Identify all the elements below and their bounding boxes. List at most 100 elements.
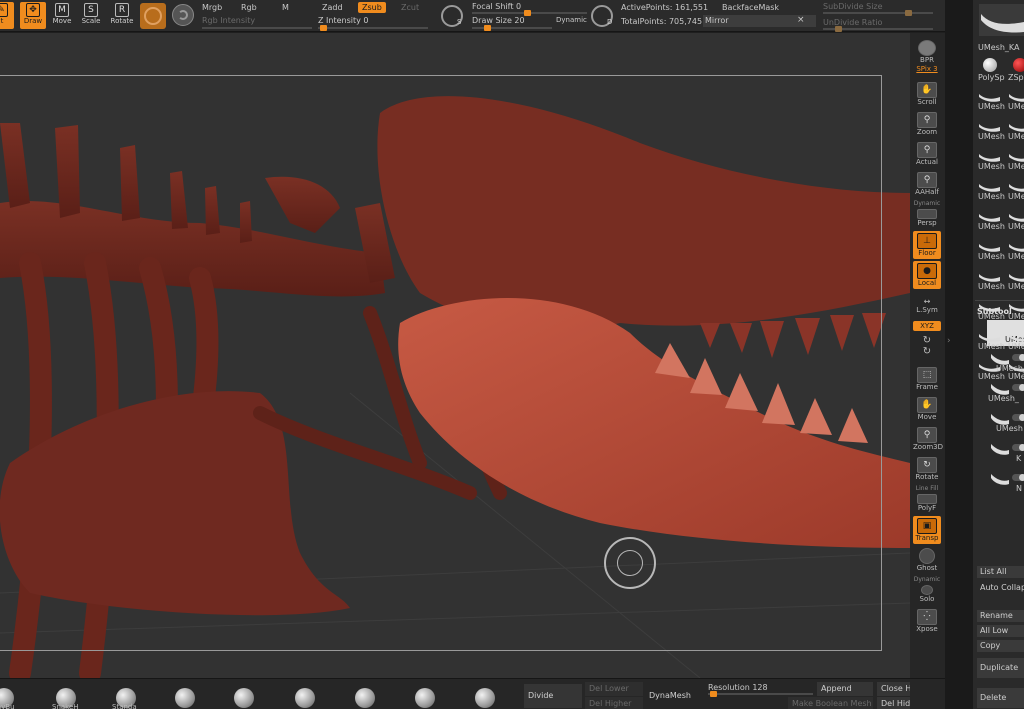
dynamesh-button[interactable]: DynaMesh bbox=[645, 684, 703, 708]
umesh-tool-label[interactable]: UMe bbox=[1008, 312, 1024, 321]
focal-shift-slider[interactable]: Focal Shift 0 bbox=[472, 2, 521, 11]
umesh-tool-label[interactable]: UMesh bbox=[978, 282, 1005, 291]
divide-button[interactable]: Divide bbox=[524, 684, 582, 708]
umesh-tool-label[interactable]: UMesh bbox=[978, 162, 1005, 171]
scale-button[interactable]: S Scale bbox=[78, 2, 104, 29]
undivide-ratio-slider[interactable]: UnDivide Ratio bbox=[823, 18, 882, 27]
texture-swatch[interactable] bbox=[172, 4, 194, 26]
umesh-tool-label[interactable]: UMe bbox=[1008, 162, 1024, 171]
brush-icon[interactable] bbox=[355, 688, 375, 708]
xpose-button[interactable]: ⁛ Xpose bbox=[913, 607, 941, 635]
z-intensity-track[interactable] bbox=[318, 25, 428, 31]
del-higher-button[interactable]: Del Higher bbox=[585, 697, 643, 709]
m-toggle[interactable]: M bbox=[282, 3, 289, 12]
umesh-tool-label[interactable]: UMesh bbox=[978, 132, 1005, 141]
z-intensity-slider[interactable]: Z Intensity 0 bbox=[318, 16, 368, 25]
mirror-button[interactable]: Mirror × bbox=[703, 15, 816, 27]
zcut-toggle[interactable]: Zcut bbox=[401, 3, 419, 12]
umesh-tool-label[interactable]: UMe bbox=[1008, 192, 1024, 201]
subtool-thumbnail-icon[interactable] bbox=[989, 470, 1011, 486]
subtool-visibility-toggle[interactable] bbox=[1012, 474, 1024, 481]
lsym-button[interactable]: ↔ L.Sym bbox=[913, 297, 941, 314]
umesh-tool-label[interactable]: UMe bbox=[1008, 282, 1024, 291]
polysphere-icon[interactable] bbox=[983, 58, 997, 72]
polysphere-label[interactable]: PolySp bbox=[978, 73, 1005, 82]
subdivide-size-track[interactable] bbox=[823, 10, 933, 16]
brush-icon[interactable] bbox=[295, 688, 315, 708]
move-view-button[interactable]: ✋ Move bbox=[913, 395, 941, 423]
persp-button[interactable]: Dynamic Persp bbox=[913, 200, 941, 228]
current-tool-thumbnail[interactable] bbox=[979, 4, 1024, 36]
zsub-toggle[interactable]: Zsub bbox=[358, 2, 386, 13]
make-boolean-mesh-button[interactable]: Make Boolean Mesh bbox=[788, 697, 873, 709]
brush-icon[interactable] bbox=[475, 688, 495, 708]
append-button[interactable]: Append bbox=[817, 682, 873, 696]
del-lower-button[interactable]: Del Lower bbox=[585, 682, 643, 696]
resolution-track[interactable] bbox=[708, 691, 813, 697]
move-button[interactable]: M Move bbox=[49, 2, 75, 29]
copy-button[interactable]: Copy bbox=[977, 640, 1024, 652]
solo-button[interactable]: Dynamic Solo bbox=[913, 576, 941, 604]
rename-button[interactable]: Rename bbox=[977, 610, 1024, 622]
undivide-ratio-knob[interactable] bbox=[835, 26, 842, 32]
subdivide-size-knob[interactable] bbox=[905, 10, 912, 16]
draw-size-knob[interactable] bbox=[484, 25, 491, 31]
subtool-visibility-toggle[interactable] bbox=[1012, 354, 1024, 361]
del-hidden-button[interactable]: Del Hidd bbox=[877, 697, 910, 709]
draw-size-slider[interactable]: Draw Size 20 bbox=[472, 16, 525, 25]
floor-button[interactable]: ⊥ Floor bbox=[913, 231, 941, 259]
scroll-button[interactable]: ✋ Scroll bbox=[913, 80, 941, 108]
rotate-view-button[interactable]: ↻ Rotate bbox=[913, 455, 941, 483]
auto-collapse-button[interactable]: Auto Collap bbox=[977, 582, 1024, 594]
umesh-tool-label[interactable]: UMe bbox=[1008, 132, 1024, 141]
mirror-close-icon[interactable]: × bbox=[797, 15, 805, 25]
subtool-visibility-toggle[interactable] bbox=[1012, 414, 1024, 421]
umesh-tool-label[interactable]: UMe bbox=[1008, 252, 1024, 261]
zadd-toggle[interactable]: Zadd bbox=[322, 3, 343, 12]
focal-shift-knob[interactable] bbox=[524, 10, 531, 16]
brush-icon[interactable] bbox=[234, 688, 254, 708]
subtool-thumbnail-icon[interactable] bbox=[989, 440, 1011, 456]
viewport-canvas[interactable] bbox=[0, 33, 910, 678]
delete-button[interactable]: Delete bbox=[977, 688, 1024, 708]
bpr-button[interactable]: BPR bbox=[913, 38, 941, 66]
duplicate-button[interactable]: Duplicate bbox=[977, 658, 1024, 678]
undivide-ratio-track[interactable] bbox=[823, 26, 933, 32]
material-swatch[interactable] bbox=[140, 3, 166, 29]
ghost-button[interactable]: Ghost bbox=[913, 546, 941, 574]
frame-button[interactable]: ⬚ Frame bbox=[913, 365, 941, 393]
zsphere-icon[interactable] bbox=[1013, 58, 1024, 72]
rgb-intensity-track[interactable] bbox=[202, 27, 312, 29]
dynamic-toggle[interactable]: Dynamic bbox=[556, 16, 587, 24]
subtool-visibility-toggle[interactable] bbox=[1012, 444, 1024, 451]
backface-mask-toggle[interactable]: BackfaceMask bbox=[722, 3, 779, 12]
rgb-toggle[interactable]: Rgb bbox=[241, 3, 257, 12]
focal-shift-track[interactable] bbox=[472, 10, 587, 16]
list-all-button[interactable]: List All bbox=[977, 566, 1024, 578]
zoom3d-button[interactable]: ⚲ Zoom3D bbox=[913, 425, 943, 453]
brush-icon[interactable] bbox=[415, 688, 435, 708]
all-low-button[interactable]: All Low bbox=[977, 625, 1024, 637]
resolution-knob[interactable] bbox=[710, 691, 717, 697]
umesh-tool-label[interactable]: UMesh bbox=[978, 192, 1005, 201]
umesh-tool-label[interactable]: UMe bbox=[1008, 102, 1024, 111]
polyf-button[interactable]: Line Fill PolyF bbox=[913, 485, 941, 513]
draw-button[interactable]: ✥ Draw bbox=[20, 2, 46, 29]
rgb-intensity-slider[interactable]: Rgb Intensity bbox=[202, 16, 255, 25]
z-intensity-knob[interactable] bbox=[320, 25, 327, 31]
brush-icon[interactable] bbox=[175, 688, 195, 708]
close-holes-button[interactable]: Close H bbox=[877, 682, 910, 696]
tray-divider[interactable]: › bbox=[945, 0, 973, 709]
actual-button[interactable]: ⚲ Actual bbox=[913, 140, 941, 168]
umesh-tool-label[interactable]: UMesh bbox=[978, 222, 1005, 231]
zsphere-label[interactable]: ZSp bbox=[1008, 73, 1024, 82]
transp-button[interactable]: ▣ Transp bbox=[913, 516, 941, 544]
collapse-arrow-icon[interactable]: › bbox=[947, 336, 951, 346]
aahalf-button[interactable]: ⚲ AAHalf bbox=[913, 170, 941, 198]
edit-button[interactable]: ✎ it bbox=[0, 2, 14, 29]
umesh-tool-label[interactable]: UMe bbox=[1008, 222, 1024, 231]
local-button[interactable]: ● Local bbox=[913, 261, 941, 289]
umesh-tool-label[interactable]: UMesh bbox=[978, 102, 1005, 111]
umesh-tool-label[interactable]: UMesh bbox=[978, 312, 1005, 321]
subdivide-size-slider[interactable]: SubDivide Size bbox=[823, 2, 883, 11]
